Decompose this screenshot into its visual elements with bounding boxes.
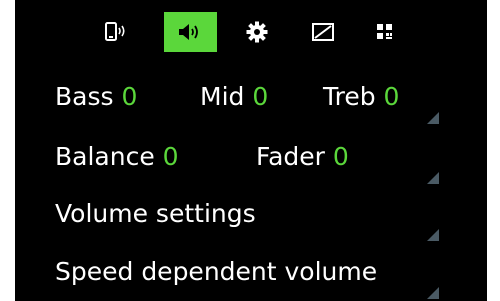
phone-bluetooth-icon <box>105 22 125 41</box>
bass-value: 0 <box>121 82 138 111</box>
treb-label: Treb <box>323 82 376 111</box>
balance-row[interactable]: Balance 0 Fader 0 <box>15 134 487 190</box>
treb-value: 0 <box>383 82 400 111</box>
balance-setting[interactable]: Balance 0 <box>55 142 179 172</box>
volume-settings-label: Volume settings <box>55 199 256 228</box>
speed-dependent-volume-label: Speed dependent volume <box>55 257 378 286</box>
fader-value: 0 <box>332 142 349 171</box>
balance-label: Balance <box>55 142 155 171</box>
treb-setting[interactable]: Treb 0 <box>323 82 399 112</box>
corner-marker <box>427 287 439 299</box>
volume-settings-row[interactable]: Volume settings <box>15 191 487 247</box>
tab-sound[interactable] <box>164 12 217 52</box>
corner-marker <box>427 112 439 124</box>
audio-settings-screen: Bass 0 Mid 0 Treb 0 Balance 0 Fader 0 Vo… <box>15 0 487 301</box>
tab-phone[interactable] <box>93 12 141 52</box>
tab-display[interactable] <box>299 12 347 52</box>
balance-value: 0 <box>162 142 179 171</box>
fader-label: Fader <box>256 142 325 171</box>
gear-icon <box>246 21 268 43</box>
tab-settings[interactable] <box>233 12 281 52</box>
tone-row[interactable]: Bass 0 Mid 0 Treb 0 <box>15 74 487 130</box>
display-brightness-icon <box>312 23 334 41</box>
mid-value: 0 <box>252 82 269 111</box>
grid-apps-icon <box>377 24 392 39</box>
corner-marker <box>427 229 439 241</box>
bass-setting[interactable]: Bass 0 <box>55 82 137 112</box>
mid-setting[interactable]: Mid 0 <box>200 82 268 112</box>
speaker-sound-icon <box>178 24 198 40</box>
mid-label: Mid <box>200 82 245 111</box>
tab-apps[interactable] <box>361 12 409 52</box>
bass-label: Bass <box>55 82 114 111</box>
corner-marker <box>427 172 439 184</box>
speed-dependent-volume-row[interactable]: Speed dependent volume <box>15 249 487 301</box>
fader-setting[interactable]: Fader 0 <box>256 142 349 172</box>
tab-bar <box>15 12 487 52</box>
